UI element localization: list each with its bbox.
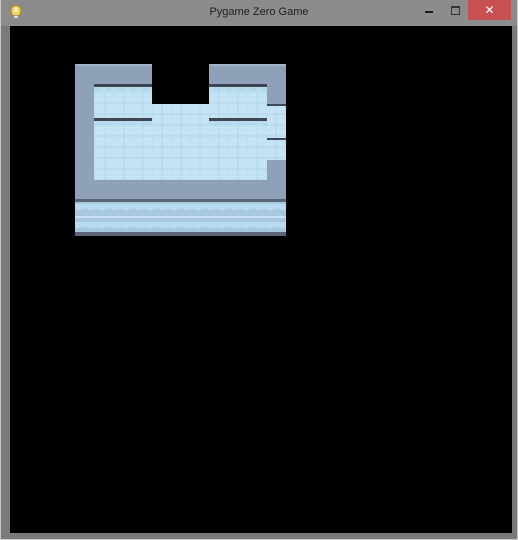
close-button[interactable]: ✕ [468, 0, 511, 20]
maximize-icon [450, 5, 460, 15]
title-bar[interactable]: Pygame Zero Game ✕ [1, 0, 517, 26]
minimize-icon [425, 11, 433, 13]
game-level [75, 64, 286, 236]
minimize-button[interactable] [416, 0, 442, 20]
window-controls: ✕ [416, 0, 511, 20]
floor-area [94, 84, 286, 180]
close-icon: ✕ [484, 3, 495, 17]
lower-platform [75, 202, 286, 236]
game-canvas[interactable] [10, 26, 512, 533]
game-window: Pygame Zero Game ✕ [0, 0, 518, 540]
maximize-button[interactable] [442, 0, 468, 20]
